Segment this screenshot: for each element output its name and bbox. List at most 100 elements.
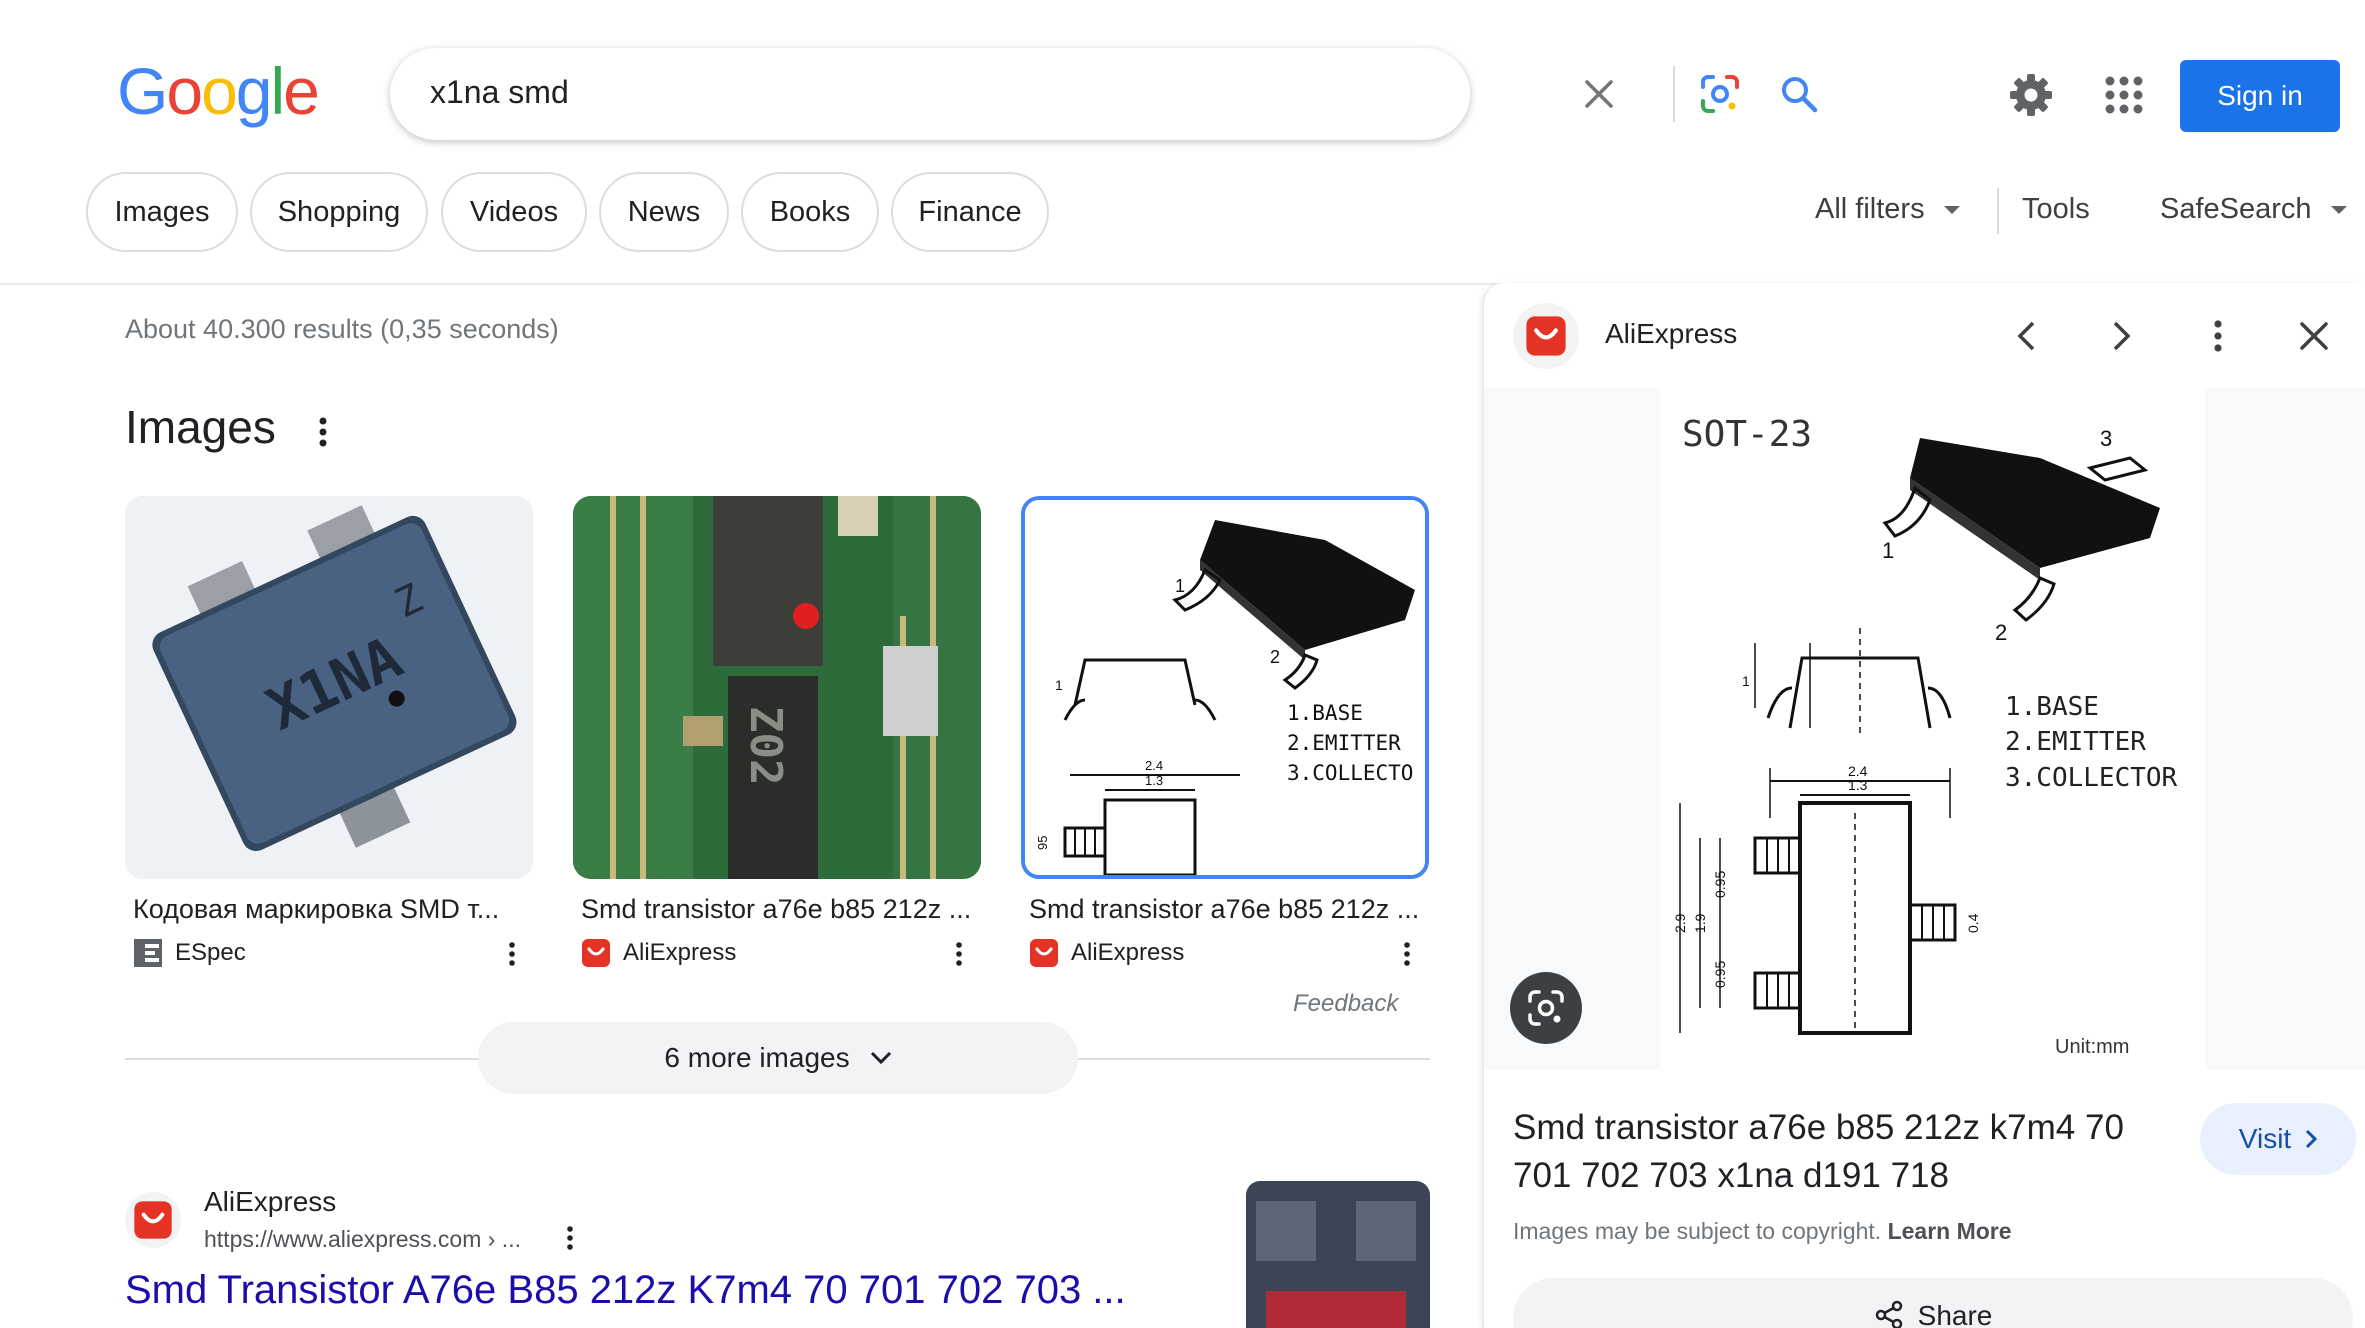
- result-stats: About 40.300 results (0,35 seconds): [125, 314, 559, 344]
- unit-label: Unit:mm: [2055, 1036, 2129, 1058]
- more-images-label: 6 more images: [664, 1042, 850, 1073]
- pin-3-label: 3: [2100, 426, 2112, 451]
- google-lens-icon[interactable]: [1694, 68, 1746, 120]
- dimension-left-label: 95: [1035, 836, 1050, 850]
- search-box[interactable]: x1na smd: [390, 48, 1818, 140]
- sign-in-button[interactable]: Sign in: [2180, 60, 2340, 132]
- apps-grid-icon[interactable]: [2093, 64, 2155, 126]
- result-site-name[interactable]: AliExpress: [204, 1186, 336, 1218]
- tools-label: Tools: [2022, 193, 2090, 225]
- thumbnail-source-name: ESpec: [175, 939, 246, 966]
- image-thumbnail-aliexpress-2-selected[interactable]: 1 2 1 1.BASE 2.EMITTER 3.COLLECTO 2.4 1.…: [1021, 496, 1429, 879]
- dimension-half-pitch-label: 0.95: [1712, 961, 1728, 988]
- dimension-lead-label: 0.4: [1965, 913, 1981, 933]
- visit-button[interactable]: Visit: [2200, 1103, 2356, 1175]
- dimension-pitch-label: 1.9: [1692, 913, 1708, 933]
- result-url[interactable]: https://www.aliexpress.com › ...: [204, 1226, 521, 1253]
- learn-more-link[interactable]: Learn More: [1888, 1218, 2012, 1244]
- settings-gear-icon[interactable]: [2000, 64, 2062, 126]
- espec-favicon-icon: [134, 939, 162, 967]
- feedback-link[interactable]: Feedback: [1293, 990, 1398, 1018]
- clear-icon[interactable]: [1573, 68, 1625, 120]
- all-filters-label: All filters: [1815, 193, 1925, 225]
- thumbnail-more-icon[interactable]: [500, 938, 524, 970]
- images-section-title: Images: [125, 401, 276, 453]
- dimension-top-label: 2.4: [1145, 758, 1163, 773]
- package-label: SOT-23: [1682, 414, 1812, 455]
- legend-base: 1.BASE: [1287, 701, 1363, 725]
- dimension-height-label: 2.9: [1672, 913, 1688, 933]
- component-marking-text: Z02: [740, 706, 791, 785]
- aliexpress-logo-icon: [1526, 316, 1566, 356]
- side-dimension-label: 1: [1055, 677, 1063, 693]
- legend-emitter: 2.EMITTER: [1287, 731, 1401, 755]
- chip-images[interactable]: Images: [86, 172, 238, 252]
- panel-site-name[interactable]: AliExpress: [1605, 318, 1737, 350]
- chip-shopping[interactable]: Shopping: [250, 172, 428, 252]
- share-button[interactable]: Share: [1513, 1278, 2353, 1328]
- pin-1-label: 1: [1882, 538, 1894, 563]
- thumbnail-more-icon[interactable]: [1395, 938, 1419, 970]
- thumbnail-source[interactable]: AliExpress: [581, 938, 736, 968]
- all-filters-button[interactable]: All filters: [1815, 193, 1961, 226]
- share-label: Share: [1917, 1300, 1993, 1328]
- dropdown-arrow-icon: [2330, 205, 2347, 214]
- search-input[interactable]: x1na smd: [430, 74, 569, 111]
- dimension-half-pitch-label: 0.95: [1712, 871, 1728, 898]
- pin-2-label: 2: [1270, 647, 1280, 667]
- result-title-link[interactable]: Smd Transistor A76e B85 212z K7m4 70 701…: [125, 1268, 1126, 1313]
- pin-2-label: 2: [1995, 620, 2007, 645]
- thumbnail-source-name: AliExpress: [1071, 939, 1185, 966]
- chevron-down-icon: [870, 1051, 891, 1065]
- more-images-button[interactable]: 6 more images: [478, 1022, 1078, 1094]
- search-divider: [1673, 66, 1675, 122]
- dropdown-arrow-icon: [1943, 205, 1960, 214]
- aliexpress-favicon[interactable]: [125, 1192, 181, 1248]
- aliexpress-logo-icon: [134, 1201, 172, 1239]
- safesearch-button[interactable]: SafeSearch: [2160, 193, 2348, 226]
- thumbnail-title[interactable]: Кодовая маркировка SMD т...: [133, 894, 499, 925]
- safesearch-label: SafeSearch: [2160, 193, 2312, 225]
- next-image-icon[interactable]: [2096, 310, 2148, 362]
- result-thumbnail[interactable]: [1246, 1181, 1430, 1328]
- side-dimension-label: 1: [1742, 673, 1750, 689]
- panel-favicon[interactable]: [1513, 303, 1579, 369]
- chevron-right-icon: [2306, 1129, 2318, 1149]
- legend-base: 1.BASE: [2005, 692, 2099, 722]
- aliexpress-favicon-icon: [1030, 939, 1058, 967]
- toolbar-divider: [1997, 188, 1999, 234]
- thumbnail-source[interactable]: AliExpress: [1029, 938, 1184, 968]
- visit-label: Visit: [2238, 1123, 2292, 1154]
- chip-books[interactable]: Books: [741, 172, 879, 252]
- tools-button[interactable]: Tools: [2022, 193, 2090, 226]
- previous-image-icon[interactable]: [2000, 310, 2052, 362]
- panel-preview-image[interactable]: SOT-23 3 1 2 1 1.BASE 2.EMITTER 3.COLLEC…: [1484, 388, 2365, 1070]
- copyright-notice: Images may be subject to copyright. Lear…: [1513, 1218, 2012, 1245]
- dimension-inner-label: 1.3: [1848, 777, 1868, 793]
- chip-news[interactable]: News: [599, 172, 729, 252]
- panel-image-title[interactable]: Smd transistor a76e b85 212z k7m4 70 701…: [1513, 1104, 2153, 1200]
- pin-1-label: 1: [1175, 576, 1185, 596]
- more-options-icon[interactable]: [308, 412, 338, 452]
- thumbnail-title[interactable]: Smd transistor a76e b85 212z ...: [1029, 894, 1419, 925]
- result-more-icon[interactable]: [558, 1222, 582, 1254]
- google-logo[interactable]: Google: [117, 58, 320, 124]
- image-thumbnail-espec[interactable]: X1NA Z: [125, 496, 533, 879]
- legend-collector: 3.COLLECTOR: [2005, 763, 2178, 793]
- chip-finance[interactable]: Finance: [891, 172, 1049, 252]
- chip-videos[interactable]: Videos: [441, 172, 587, 252]
- close-panel-icon[interactable]: [2288, 310, 2340, 362]
- thumbnail-more-icon[interactable]: [947, 938, 971, 970]
- thumbnail-source-name: AliExpress: [623, 939, 737, 966]
- legend-collector: 3.COLLECTO: [1287, 761, 1413, 785]
- panel-more-options-icon[interactable]: [2192, 310, 2244, 362]
- image-thumbnail-aliexpress-1[interactable]: Z02: [573, 496, 981, 879]
- thumbnail-title[interactable]: Smd transistor a76e b85 212z ...: [581, 894, 971, 925]
- thumbnail-source[interactable]: ESpec: [133, 938, 246, 968]
- search-inside-image-lens-icon[interactable]: [1510, 972, 1582, 1044]
- copyright-text: Images may be subject to copyright.: [1513, 1218, 1882, 1244]
- aliexpress-favicon-icon: [582, 939, 610, 967]
- search-icon[interactable]: [1773, 68, 1825, 120]
- legend-emitter: 2.EMITTER: [2005, 727, 2146, 757]
- share-icon: [1875, 1300, 1902, 1328]
